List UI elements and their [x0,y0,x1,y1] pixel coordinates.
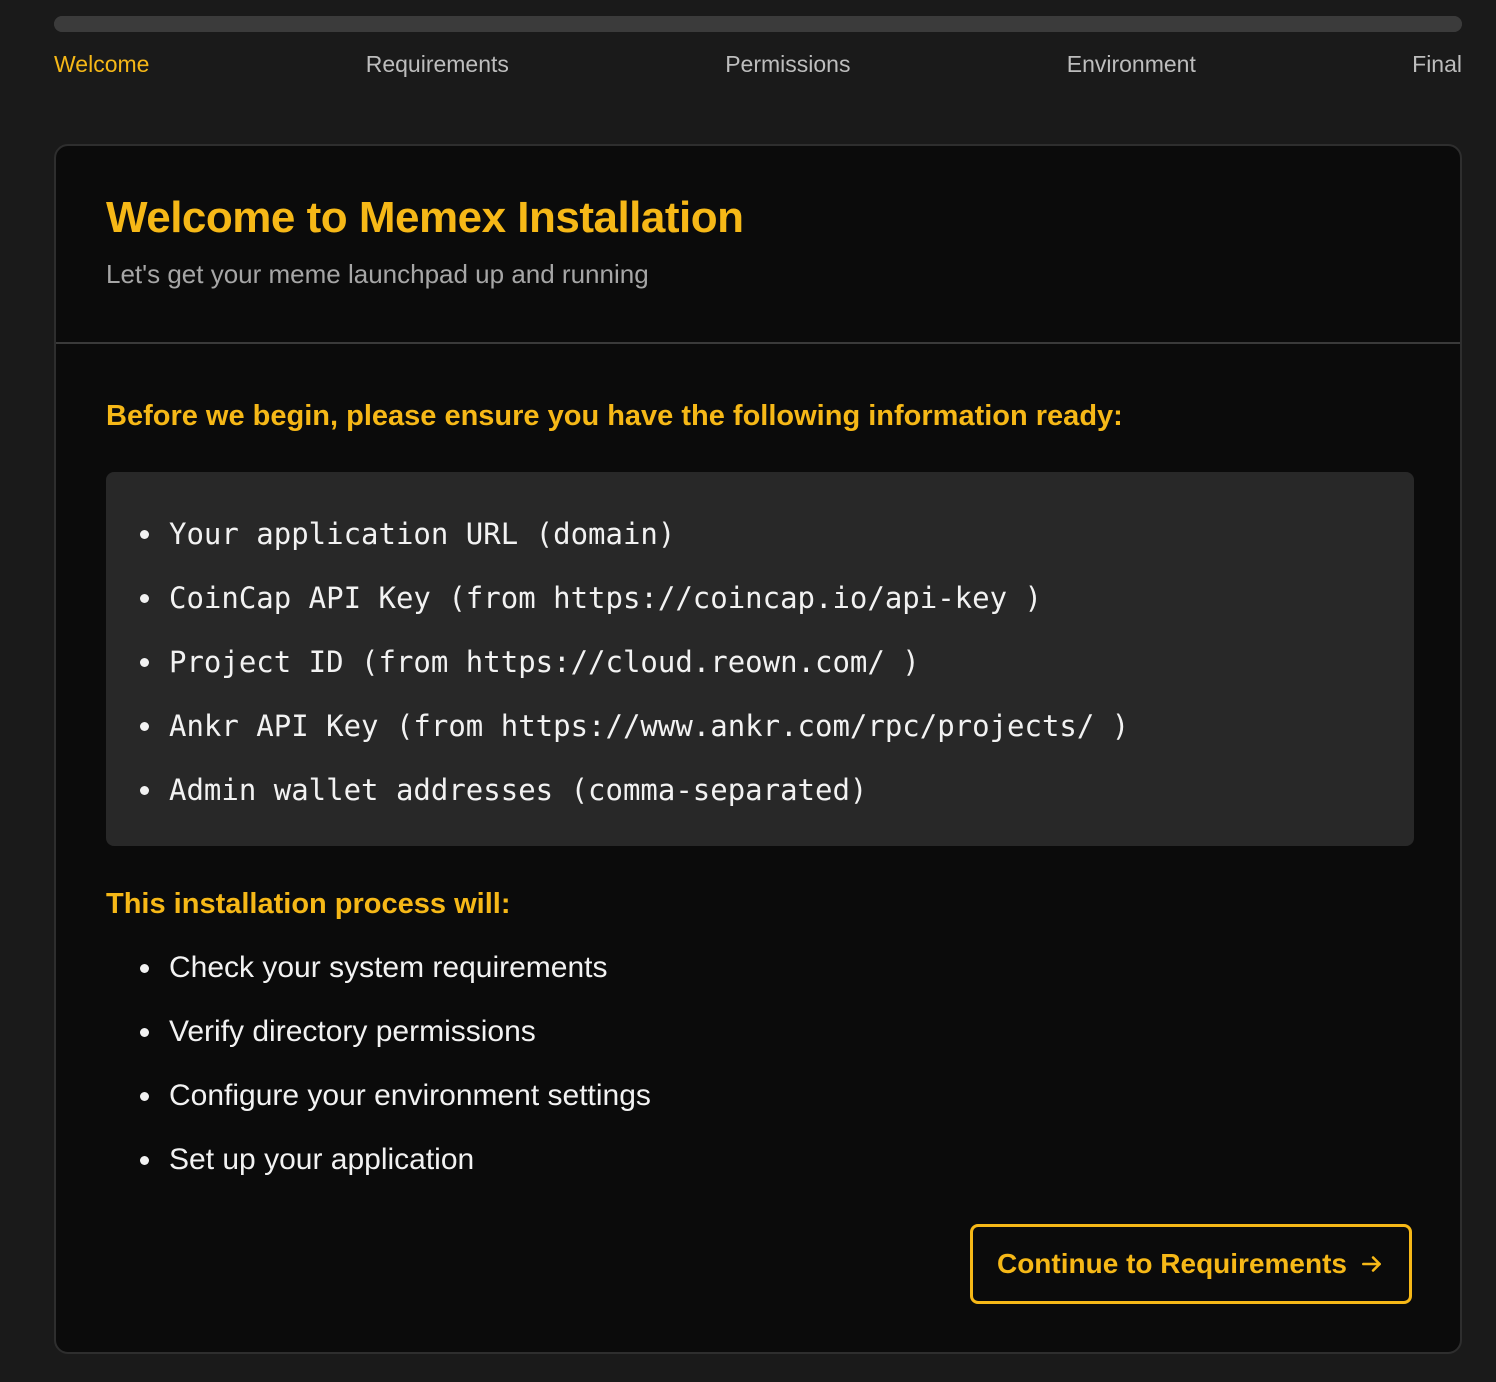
installer-page: Welcome Requirements Permissions Environ… [0,0,1496,1382]
bullet-icon [140,1027,149,1037]
process-list: Check your system requirements Verify di… [106,936,1410,1192]
bullet-icon [140,529,149,539]
prerequisite-item-admin-wallets: Admin wallet addresses (comma-separated) [140,758,1414,822]
bullet-icon [140,1091,149,1101]
bullet-icon [140,1155,149,1165]
bullet-icon [140,785,149,795]
prerequisites-box: Your application URL (domain) CoinCap AP… [106,472,1414,846]
continue-to-requirements-button[interactable]: Continue to Requirements [970,1224,1412,1304]
process-text: Check your system requirements [169,951,608,984]
prerequisite-text: CoinCap API Key (from https://coincap.io… [169,581,1042,615]
process-text: Configure your environment settings [169,1079,651,1112]
arrow-right-icon [1362,1256,1381,1272]
process-item-requirements: Check your system requirements [140,936,1410,1000]
page-title: Welcome to Memex Installation [106,193,744,242]
progress-bar [54,16,1462,32]
card-header: Welcome to Memex Installation Let's get … [56,146,1460,344]
prerequisite-text: Your application URL (domain) [169,517,676,551]
process-text: Set up your application [169,1143,475,1176]
page-subtitle: Let's get your meme launchpad up and run… [106,259,649,289]
step-environment[interactable]: Environment [1067,48,1196,80]
installation-card: Welcome to Memex Installation Let's get … [54,144,1462,1354]
prerequisites-heading: Before we begin, please ensure you have … [106,400,1123,432]
process-heading: This installation process will: [106,888,511,920]
step-permissions[interactable]: Permissions [725,48,850,80]
bullet-icon [140,593,149,603]
prerequisite-item-url: Your application URL (domain) [140,502,1414,566]
step-navigation: Welcome Requirements Permissions Environ… [54,48,1462,80]
prerequisite-text: Admin wallet addresses (comma-separated) [169,773,868,807]
prerequisite-item-coincap: CoinCap API Key (from https://coincap.io… [140,566,1414,630]
process-item-environment: Configure your environment settings [140,1064,1410,1128]
prerequisite-item-project-id: Project ID (from https://cloud.reown.com… [140,630,1414,694]
prerequisite-text: Project ID (from https://cloud.reown.com… [169,645,920,679]
prerequisites-list: Your application URL (domain) CoinCap AP… [140,502,1414,822]
process-item-permissions: Verify directory permissions [140,1000,1410,1064]
card-body: Before we begin, please ensure you have … [56,344,1460,1192]
prerequisite-text: Ankr API Key (from https://www.ankr.com/… [169,709,1130,743]
continue-button-label: Continue to Requirements [996,1248,1347,1279]
prerequisite-item-ankr: Ankr API Key (from https://www.ankr.com/… [140,694,1414,758]
bullet-icon [140,657,149,667]
step-final[interactable]: Final [1412,48,1462,80]
progress-fill [54,16,1462,32]
bullet-icon [140,721,149,731]
process-text: Verify directory permissions [169,1015,536,1048]
bullet-icon [140,963,149,973]
step-welcome[interactable]: Welcome [54,48,149,80]
process-item-setup: Set up your application [140,1128,1410,1192]
step-requirements[interactable]: Requirements [366,48,509,80]
